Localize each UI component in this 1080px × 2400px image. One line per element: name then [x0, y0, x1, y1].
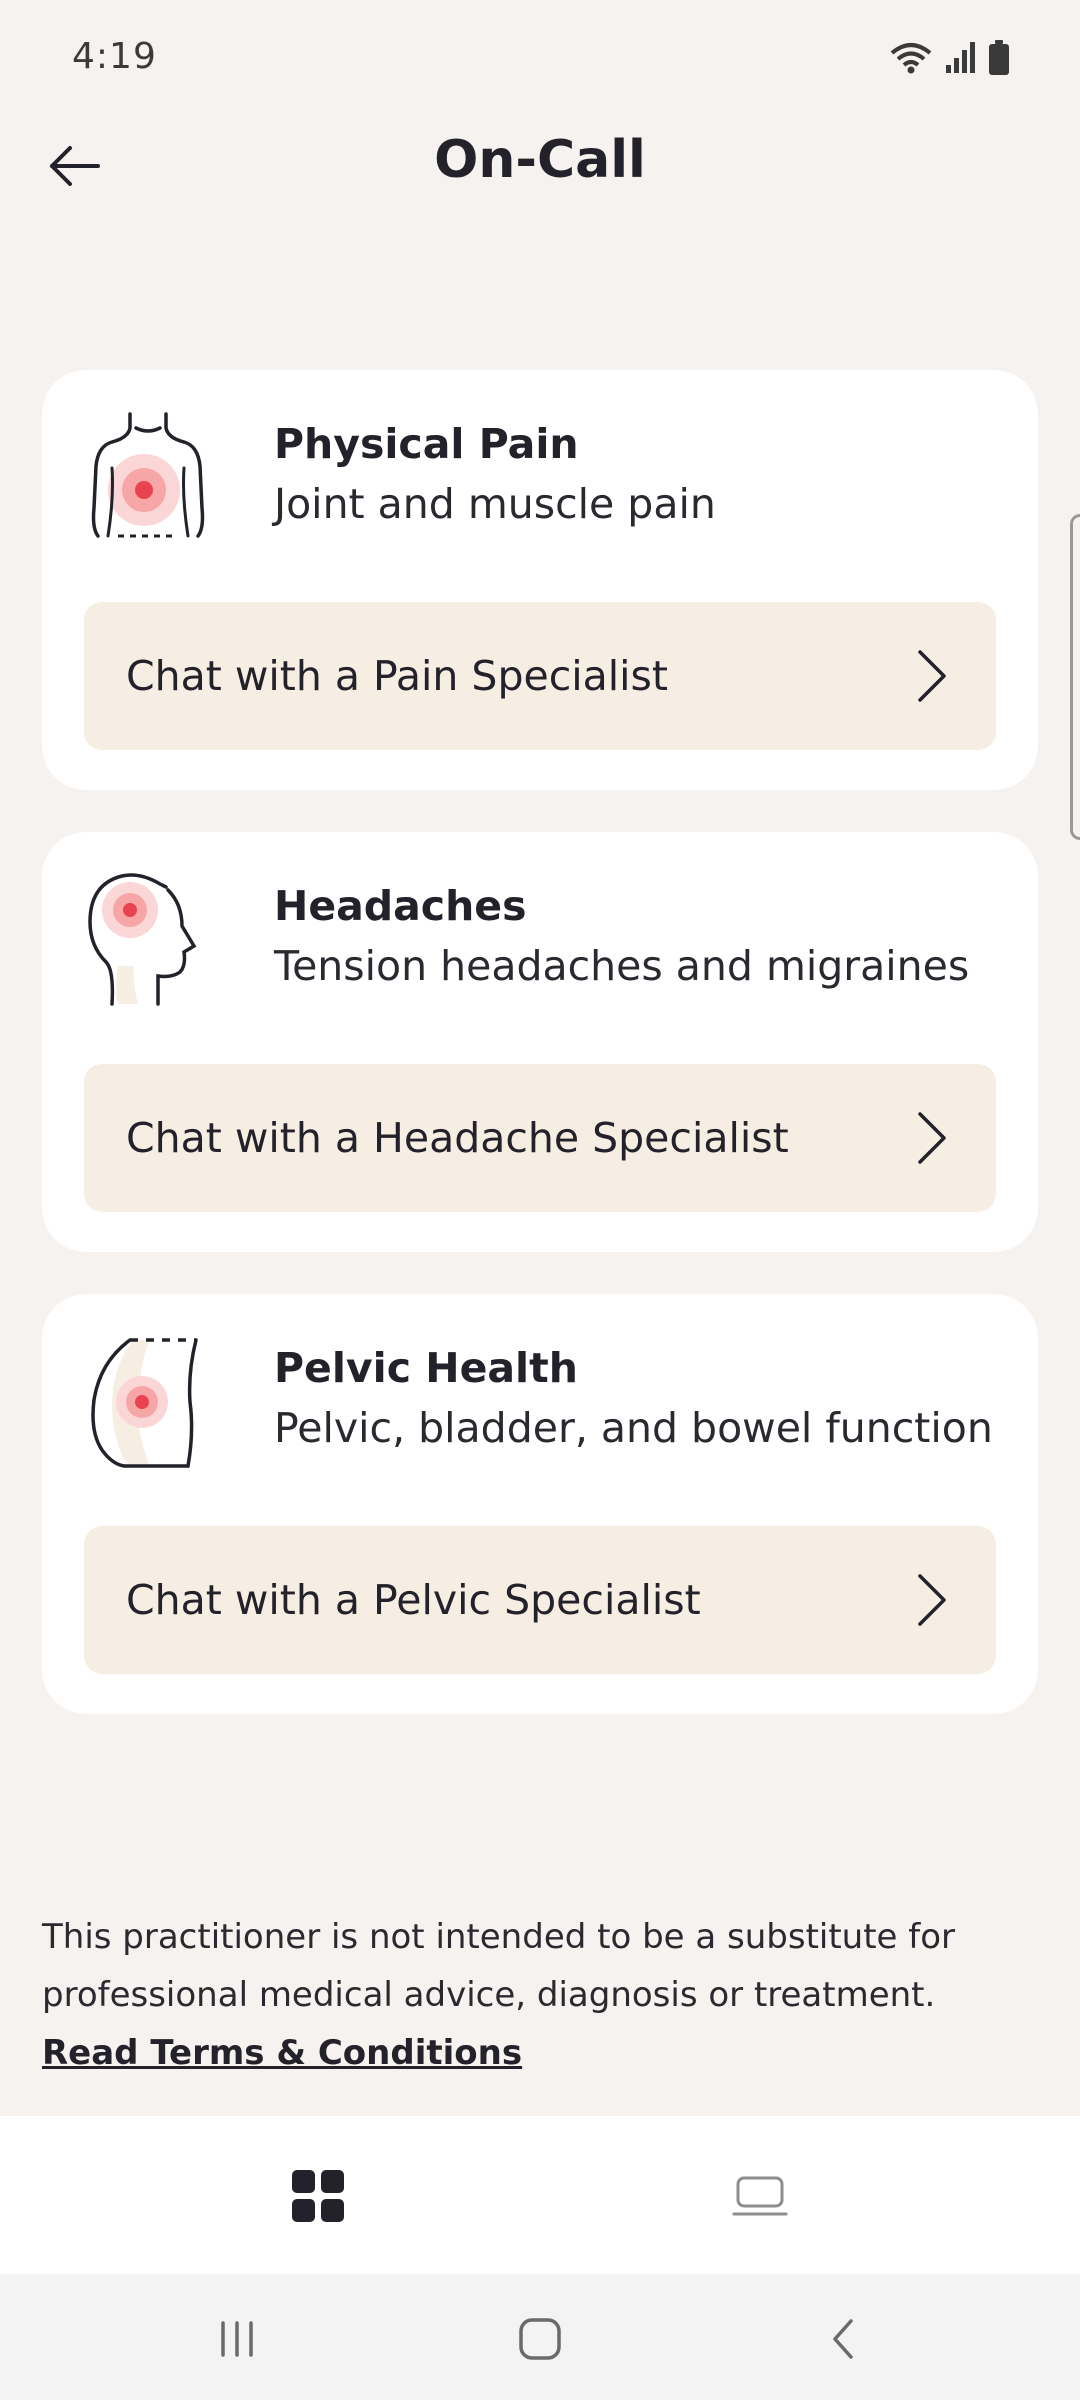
chevron-right-icon: [918, 650, 946, 702]
pelvis-pain-icon: [91, 1338, 198, 1468]
system-nav-bar: [0, 2274, 1080, 2400]
head-pain-icon: [88, 873, 197, 1006]
physical-pain-card: Physical Pain Joint and muscle pain Chat…: [42, 370, 1038, 790]
headaches-card: Headaches Tension headaches and migraine…: [42, 832, 1038, 1252]
chat-headache-specialist-button[interactable]: Chat with a Headache Specialist: [84, 1064, 996, 1212]
chevron-right-icon: [918, 1574, 946, 1626]
chat-button-label: Chat with a Pelvic Specialist: [126, 1576, 701, 1624]
card-title: Physical Pain: [274, 420, 579, 468]
on-call-screen: 4:19 On-Call Physical Pain Joint and mus…: [0, 0, 1080, 2400]
recents-button[interactable]: [202, 2304, 272, 2374]
system-back-button[interactable]: [808, 2304, 878, 2374]
card-title: Headaches: [274, 882, 527, 930]
recents-icon: [221, 2321, 253, 2357]
torso-pain-icon: [91, 412, 205, 538]
wifi-icon: [890, 43, 932, 74]
chevron-right-icon: [918, 1112, 946, 1164]
battery-icon: [989, 40, 1009, 75]
page-title: On-Call: [434, 130, 646, 190]
home-button[interactable]: [505, 2304, 575, 2374]
laptop-icon: [732, 2176, 788, 2216]
tab-sessions[interactable]: [720, 2156, 800, 2236]
signal-icon: [946, 42, 975, 73]
chat-button-label: Chat with a Pain Specialist: [126, 652, 668, 700]
card-subtitle: Joint and muscle pain: [274, 480, 716, 528]
back-icon: [833, 2319, 853, 2359]
chat-pelvic-specialist-button[interactable]: Chat with a Pelvic Specialist: [84, 1526, 996, 1674]
status-bar: 4:19: [0, 0, 1080, 116]
home-icon: [519, 2318, 561, 2360]
header: On-Call: [0, 116, 1080, 276]
bottom-tab-bar: [0, 2116, 1080, 2274]
tab-dashboard[interactable]: [278, 2156, 358, 2236]
chat-pain-specialist-button[interactable]: Chat with a Pain Specialist: [84, 602, 996, 750]
pelvic-health-card: Pelvic Health Pelvic, bladder, and bowel…: [42, 1294, 1038, 1714]
scroll-handle[interactable]: [1070, 514, 1080, 840]
card-subtitle: Pelvic, bladder, and bowel function: [274, 1404, 993, 1452]
card-subtitle: Tension headaches and migraines: [274, 942, 970, 990]
status-time: 4:19: [72, 36, 157, 77]
chat-button-label: Chat with a Headache Specialist: [126, 1114, 789, 1162]
terms-conditions-link[interactable]: Read Terms & Conditions: [42, 2033, 522, 2073]
status-icons: [888, 40, 1010, 76]
card-title: Pelvic Health: [274, 1344, 578, 1392]
grid-icon: [292, 2170, 344, 2222]
disclaimer-text: This practitioner is not intended to be …: [42, 1917, 956, 2015]
disclaimer: This practitioner is not intended to be …: [42, 1908, 1042, 2082]
